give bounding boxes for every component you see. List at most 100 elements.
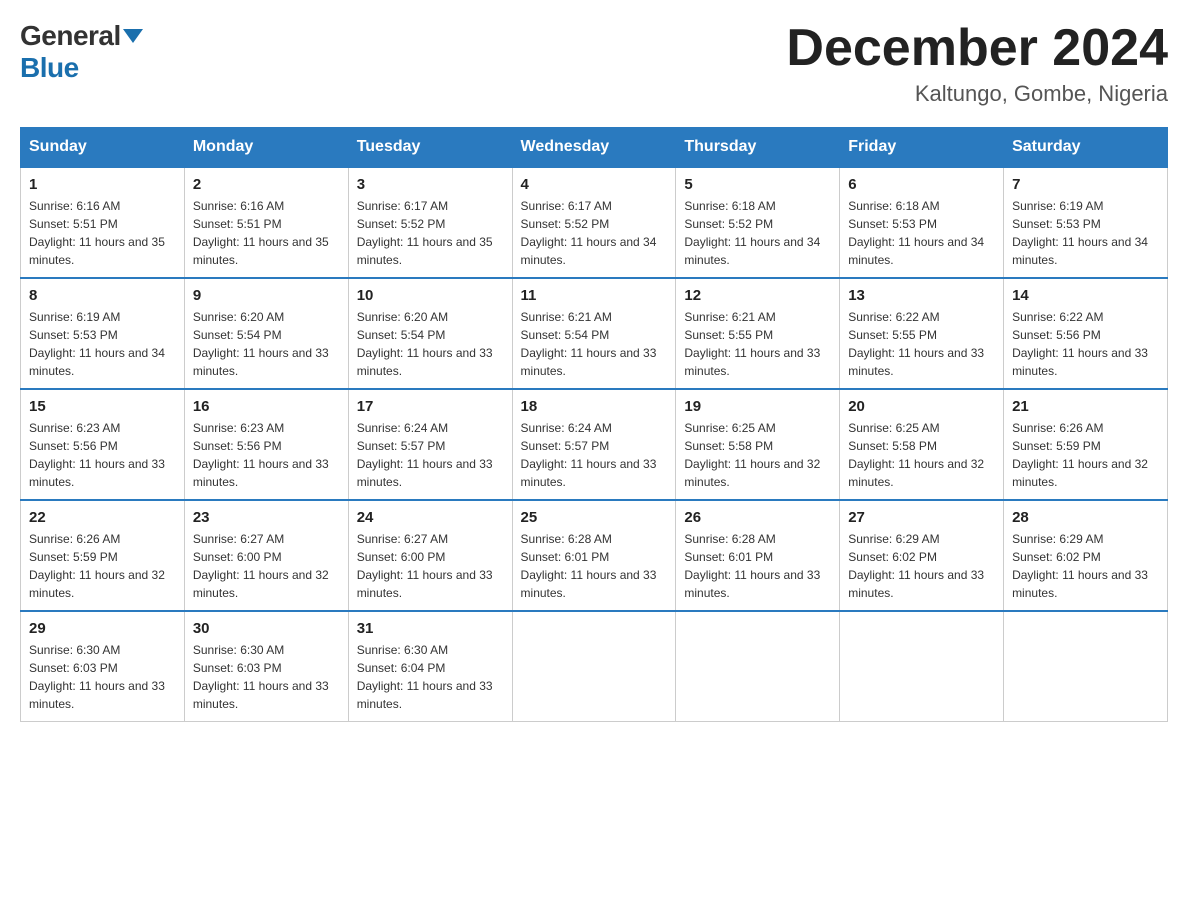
table-row: 22 Sunrise: 6:26 AMSunset: 5:59 PMDaylig… [21, 500, 185, 611]
day-info: Sunrise: 6:30 AMSunset: 6:03 PMDaylight:… [29, 641, 176, 713]
location-text: Kaltungo, Gombe, Nigeria [786, 81, 1168, 107]
day-number: 23 [193, 509, 340, 526]
table-row: 24 Sunrise: 6:27 AMSunset: 6:00 PMDaylig… [348, 500, 512, 611]
calendar-week-row: 29 Sunrise: 6:30 AMSunset: 6:03 PMDaylig… [21, 611, 1168, 722]
day-info: Sunrise: 6:29 AMSunset: 6:02 PMDaylight:… [848, 530, 995, 602]
table-row: 30 Sunrise: 6:30 AMSunset: 6:03 PMDaylig… [184, 611, 348, 722]
table-row [1004, 611, 1168, 722]
day-info: Sunrise: 6:29 AMSunset: 6:02 PMDaylight:… [1012, 530, 1159, 602]
table-row [512, 611, 676, 722]
table-row: 16 Sunrise: 6:23 AMSunset: 5:56 PMDaylig… [184, 389, 348, 500]
day-number: 11 [521, 287, 668, 304]
day-number: 30 [193, 620, 340, 637]
day-number: 25 [521, 509, 668, 526]
col-thursday: Thursday [676, 128, 840, 168]
col-friday: Friday [840, 128, 1004, 168]
day-number: 1 [29, 176, 176, 193]
day-info: Sunrise: 6:21 AMSunset: 5:55 PMDaylight:… [684, 308, 831, 380]
table-row: 3 Sunrise: 6:17 AMSunset: 5:52 PMDayligh… [348, 167, 512, 278]
day-number: 5 [684, 176, 831, 193]
day-info: Sunrise: 6:27 AMSunset: 6:00 PMDaylight:… [357, 530, 504, 602]
day-number: 21 [1012, 398, 1159, 415]
day-number: 13 [848, 287, 995, 304]
logo-general-text: General [20, 20, 121, 52]
day-number: 15 [29, 398, 176, 415]
page-header: General Blue December 2024 Kaltungo, Gom… [20, 20, 1168, 107]
table-row [840, 611, 1004, 722]
day-number: 18 [521, 398, 668, 415]
day-number: 16 [193, 398, 340, 415]
table-row: 13 Sunrise: 6:22 AMSunset: 5:55 PMDaylig… [840, 278, 1004, 389]
day-number: 20 [848, 398, 995, 415]
day-info: Sunrise: 6:16 AMSunset: 5:51 PMDaylight:… [193, 197, 340, 269]
day-number: 2 [193, 176, 340, 193]
calendar-week-row: 1 Sunrise: 6:16 AMSunset: 5:51 PMDayligh… [21, 167, 1168, 278]
day-info: Sunrise: 6:21 AMSunset: 5:54 PMDaylight:… [521, 308, 668, 380]
table-row: 2 Sunrise: 6:16 AMSunset: 5:51 PMDayligh… [184, 167, 348, 278]
day-number: 14 [1012, 287, 1159, 304]
day-info: Sunrise: 6:25 AMSunset: 5:58 PMDaylight:… [684, 419, 831, 491]
day-info: Sunrise: 6:23 AMSunset: 5:56 PMDaylight:… [29, 419, 176, 491]
table-row: 15 Sunrise: 6:23 AMSunset: 5:56 PMDaylig… [21, 389, 185, 500]
day-info: Sunrise: 6:20 AMSunset: 5:54 PMDaylight:… [357, 308, 504, 380]
table-row: 27 Sunrise: 6:29 AMSunset: 6:02 PMDaylig… [840, 500, 1004, 611]
day-number: 4 [521, 176, 668, 193]
table-row: 21 Sunrise: 6:26 AMSunset: 5:59 PMDaylig… [1004, 389, 1168, 500]
day-number: 31 [357, 620, 504, 637]
table-row: 18 Sunrise: 6:24 AMSunset: 5:57 PMDaylig… [512, 389, 676, 500]
day-info: Sunrise: 6:30 AMSunset: 6:04 PMDaylight:… [357, 641, 504, 713]
day-info: Sunrise: 6:28 AMSunset: 6:01 PMDaylight:… [521, 530, 668, 602]
table-row: 1 Sunrise: 6:16 AMSunset: 5:51 PMDayligh… [21, 167, 185, 278]
col-tuesday: Tuesday [348, 128, 512, 168]
day-info: Sunrise: 6:25 AMSunset: 5:58 PMDaylight:… [848, 419, 995, 491]
calendar-table: Sunday Monday Tuesday Wednesday Thursday… [20, 127, 1168, 722]
table-row: 26 Sunrise: 6:28 AMSunset: 6:01 PMDaylig… [676, 500, 840, 611]
day-info: Sunrise: 6:17 AMSunset: 5:52 PMDaylight:… [521, 197, 668, 269]
day-number: 26 [684, 509, 831, 526]
day-info: Sunrise: 6:22 AMSunset: 5:56 PMDaylight:… [1012, 308, 1159, 380]
day-info: Sunrise: 6:17 AMSunset: 5:52 PMDaylight:… [357, 197, 504, 269]
day-info: Sunrise: 6:24 AMSunset: 5:57 PMDaylight:… [521, 419, 668, 491]
table-row: 25 Sunrise: 6:28 AMSunset: 6:01 PMDaylig… [512, 500, 676, 611]
day-number: 29 [29, 620, 176, 637]
month-title: December 2024 [786, 20, 1168, 77]
table-row: 5 Sunrise: 6:18 AMSunset: 5:52 PMDayligh… [676, 167, 840, 278]
day-number: 12 [684, 287, 831, 304]
logo: General Blue [20, 20, 143, 84]
table-row: 7 Sunrise: 6:19 AMSunset: 5:53 PMDayligh… [1004, 167, 1168, 278]
table-row: 9 Sunrise: 6:20 AMSunset: 5:54 PMDayligh… [184, 278, 348, 389]
table-row: 19 Sunrise: 6:25 AMSunset: 5:58 PMDaylig… [676, 389, 840, 500]
day-info: Sunrise: 6:23 AMSunset: 5:56 PMDaylight:… [193, 419, 340, 491]
day-number: 28 [1012, 509, 1159, 526]
day-number: 19 [684, 398, 831, 415]
col-saturday: Saturday [1004, 128, 1168, 168]
table-row: 28 Sunrise: 6:29 AMSunset: 6:02 PMDaylig… [1004, 500, 1168, 611]
table-row: 6 Sunrise: 6:18 AMSunset: 5:53 PMDayligh… [840, 167, 1004, 278]
logo-blue-text: Blue [20, 52, 79, 84]
calendar-week-row: 15 Sunrise: 6:23 AMSunset: 5:56 PMDaylig… [21, 389, 1168, 500]
table-row: 10 Sunrise: 6:20 AMSunset: 5:54 PMDaylig… [348, 278, 512, 389]
day-info: Sunrise: 6:30 AMSunset: 6:03 PMDaylight:… [193, 641, 340, 713]
day-info: Sunrise: 6:18 AMSunset: 5:52 PMDaylight:… [684, 197, 831, 269]
table-row: 14 Sunrise: 6:22 AMSunset: 5:56 PMDaylig… [1004, 278, 1168, 389]
day-number: 17 [357, 398, 504, 415]
day-info: Sunrise: 6:26 AMSunset: 5:59 PMDaylight:… [29, 530, 176, 602]
day-info: Sunrise: 6:19 AMSunset: 5:53 PMDaylight:… [29, 308, 176, 380]
day-info: Sunrise: 6:20 AMSunset: 5:54 PMDaylight:… [193, 308, 340, 380]
day-info: Sunrise: 6:26 AMSunset: 5:59 PMDaylight:… [1012, 419, 1159, 491]
col-monday: Monday [184, 128, 348, 168]
day-info: Sunrise: 6:18 AMSunset: 5:53 PMDaylight:… [848, 197, 995, 269]
day-info: Sunrise: 6:28 AMSunset: 6:01 PMDaylight:… [684, 530, 831, 602]
title-section: December 2024 Kaltungo, Gombe, Nigeria [786, 20, 1168, 107]
day-info: Sunrise: 6:16 AMSunset: 5:51 PMDaylight:… [29, 197, 176, 269]
day-number: 9 [193, 287, 340, 304]
logo-triangle-icon [123, 29, 143, 43]
calendar-header-row: Sunday Monday Tuesday Wednesday Thursday… [21, 128, 1168, 168]
table-row: 8 Sunrise: 6:19 AMSunset: 5:53 PMDayligh… [21, 278, 185, 389]
day-number: 10 [357, 287, 504, 304]
col-wednesday: Wednesday [512, 128, 676, 168]
day-number: 3 [357, 176, 504, 193]
table-row: 31 Sunrise: 6:30 AMSunset: 6:04 PMDaylig… [348, 611, 512, 722]
col-sunday: Sunday [21, 128, 185, 168]
table-row: 29 Sunrise: 6:30 AMSunset: 6:03 PMDaylig… [21, 611, 185, 722]
